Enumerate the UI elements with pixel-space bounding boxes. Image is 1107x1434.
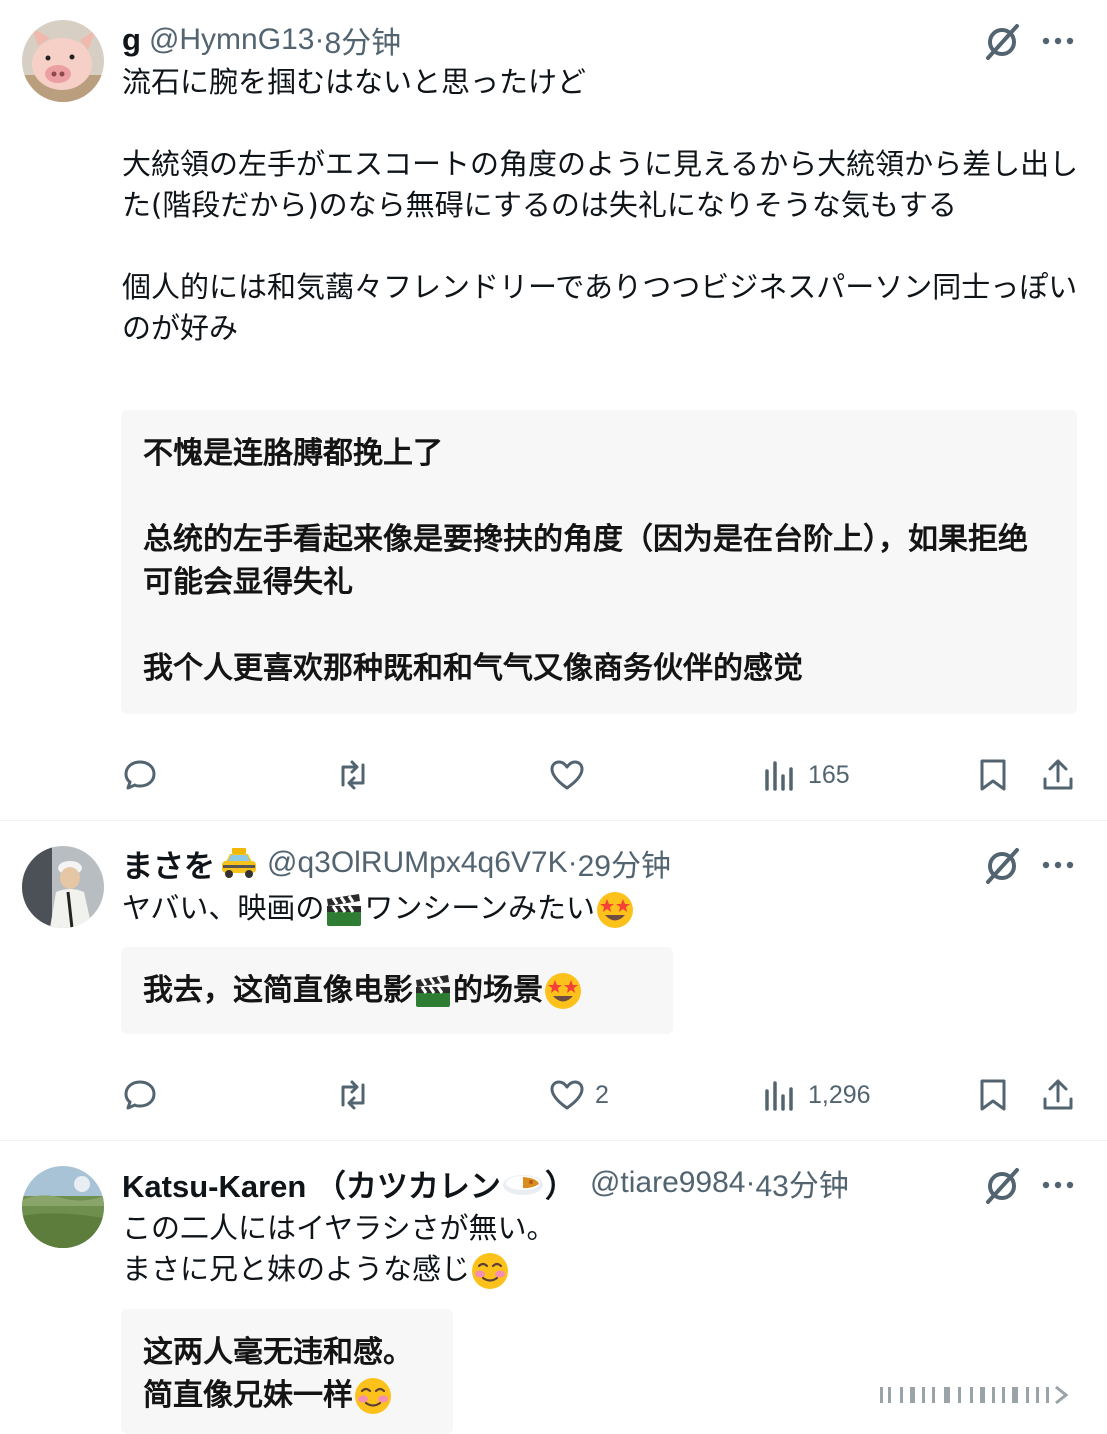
pig-avatar-icon <box>22 20 104 102</box>
action-bar: 2 1,296 <box>0 1070 1107 1120</box>
views-button[interactable]: 1,296 <box>762 1070 871 1120</box>
reply-button[interactable] <box>122 750 158 800</box>
bookmark-icon <box>980 759 1006 791</box>
user-handle[interactable]: @HymnG13 <box>149 23 315 57</box>
post-header: まさを @q3OlRUMpx4q6V7K · 29分钟 <box>122 841 671 886</box>
views-count: 165 <box>808 760 850 789</box>
post-text-part: ワンシーンみたい <box>364 891 595 925</box>
user-handle[interactable]: @tiare9984 <box>590 1166 746 1200</box>
display-name-suffix[interactable]: ） <box>545 1161 576 1206</box>
clapper-board-emoji-icon <box>416 974 450 1007</box>
post-paragraph: まさに兄と妹のような感じ <box>122 1249 556 1291</box>
post-paragraph: 大統領の左手がエスコートの角度のように見えるから大統領から差し出した(階段だから… <box>122 147 1079 222</box>
avatar[interactable] <box>22 846 104 928</box>
like-button[interactable]: 2 <box>549 1070 609 1120</box>
translation-text-part: 的场景 <box>453 973 543 1008</box>
star-struck-emoji-icon <box>545 972 581 1009</box>
reply-button[interactable] <box>122 1070 158 1120</box>
post-divider <box>0 1140 1107 1141</box>
heart-icon <box>550 760 584 790</box>
analytics-icon <box>765 1081 793 1111</box>
post-timestamp[interactable]: 8分钟 <box>324 18 401 62</box>
share-button[interactable] <box>1040 750 1076 800</box>
likes-count: 2 <box>595 1080 609 1109</box>
share-button[interactable] <box>1040 1070 1076 1120</box>
post-text: この二人にはイヤラシさが無い。 まさに兄と妹のような感じ <box>122 1208 556 1291</box>
smiling-face-emoji-icon <box>472 1253 509 1289</box>
analytics-icon <box>765 761 793 791</box>
translation-box: 这两人毫无违和感。 简直像兄妹一样 <box>121 1309 453 1434</box>
person-avatar-icon <box>22 846 104 928</box>
post-timestamp[interactable]: 29分钟 <box>578 841 671 885</box>
user-handle[interactable]: @q3OlRUMpx4q6V7K <box>267 846 568 880</box>
repost-icon <box>341 760 365 790</box>
translation-box: 不愧是连胳膊都挽上了 总统的左手看起来像是要搀扶的角度（因为是在台阶上），如果拒… <box>121 410 1077 714</box>
translation-paragraph: 这两人毫无违和感。 <box>143 1335 413 1370</box>
display-name[interactable]: Katsu-Karen （カツカレン <box>122 1161 501 1206</box>
curry-rice-emoji-icon <box>502 1175 543 1195</box>
share-icon <box>1043 759 1073 790</box>
display-name[interactable]: g <box>122 22 141 58</box>
repost-button[interactable] <box>335 750 371 800</box>
taxi-emoji-icon <box>222 848 256 878</box>
star-struck-emoji-icon <box>596 892 633 928</box>
share-icon <box>1043 1079 1073 1110</box>
post-text: ヤバい、映画の ワンシーンみたい <box>122 888 635 930</box>
watermark-logo-icon <box>840 1382 1080 1408</box>
post-paragraph: 流石に腕を掴むはないと思ったけど <box>122 65 587 99</box>
reply-icon <box>124 1080 156 1110</box>
grok-icon[interactable] <box>980 20 1024 64</box>
landscape-avatar-icon <box>22 1166 104 1248</box>
meta-separator: · <box>567 846 578 879</box>
post-text: 流石に腕を掴むはないと思ったけど 大統領の左手がエスコートの角度のように見えるか… <box>122 62 1082 349</box>
repost-button[interactable] <box>335 1070 371 1120</box>
post-paragraph: この二人にはイヤラシさが無い。 <box>122 1211 556 1245</box>
translation-paragraph: 简直像兄妹一样 <box>143 1374 413 1417</box>
translation-paragraph: 我个人更喜欢那种既和和气气又像商务伙伴的感觉 <box>143 651 803 686</box>
more-options-icon[interactable] <box>1038 1170 1078 1200</box>
avatar[interactable] <box>22 1166 104 1248</box>
translation-box: 我去，这简直像电影 的场景 <box>121 947 673 1034</box>
meta-separator: · <box>745 1166 756 1199</box>
display-name[interactable]: まさを <box>122 841 215 886</box>
post-divider <box>0 820 1107 821</box>
translation-paragraph: 总统的左手看起来像是要搀扶的角度（因为是在台阶上），如果拒绝可能会显得失礼 <box>143 522 1028 600</box>
action-bar: 165 <box>0 750 1107 800</box>
more-options-icon[interactable] <box>1038 850 1078 880</box>
grok-icon[interactable] <box>980 844 1024 888</box>
views-button[interactable]: 165 <box>762 750 850 800</box>
bookmark-icon <box>980 1079 1006 1111</box>
grok-icon[interactable] <box>980 1164 1024 1208</box>
translation-text-part: 简直像兄妹一样 <box>143 1378 353 1413</box>
repost-icon <box>341 1080 365 1110</box>
post-text-part: ヤバい、映画の <box>122 891 325 925</box>
post-timestamp[interactable]: 43分钟 <box>756 1161 849 1205</box>
post-header: g @HymnG13 · 8分钟 <box>122 20 401 60</box>
post-text-part: まさに兄と妹のような感じ <box>122 1252 471 1286</box>
reply-icon <box>124 760 156 790</box>
post-header: Katsu-Karen （カツカレン ） @tiare9984 · 43分钟 <box>122 1161 849 1206</box>
meta-separator: · <box>314 23 325 56</box>
translation-paragraph: 不愧是连胳膊都挽上了 <box>143 436 443 471</box>
avatar[interactable] <box>22 20 104 102</box>
views-count: 1,296 <box>808 1080 871 1109</box>
more-options-icon[interactable] <box>1038 26 1078 56</box>
heart-icon <box>550 1080 584 1110</box>
bookmark-button[interactable] <box>975 750 1011 800</box>
like-button[interactable] <box>549 750 585 800</box>
translation-text-part: 我去，这简直像电影 <box>143 973 413 1008</box>
clapper-board-emoji-icon <box>327 894 362 926</box>
smiling-face-emoji-icon <box>355 1377 391 1414</box>
post-paragraph: 個人的には和気藹々フレンドリーでありつつビジネスパーソン同士っぽいのが好み <box>122 270 1078 345</box>
bookmark-button[interactable] <box>975 1070 1011 1120</box>
